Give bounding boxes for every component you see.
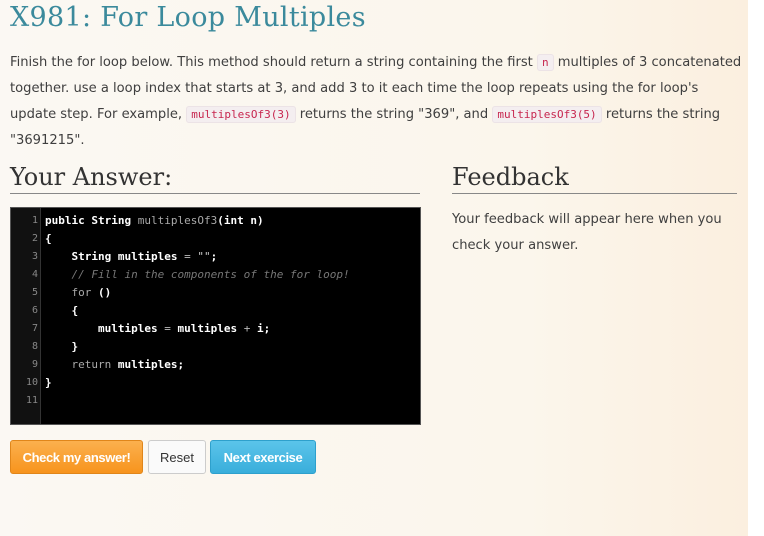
- line-number: 8: [31, 341, 38, 352]
- code-text: multiples = multiples + i;: [45, 322, 271, 335]
- check-answer-button[interactable]: Check my answer!: [10, 440, 143, 474]
- line-number: 4: [31, 269, 38, 280]
- line-number: 3: [31, 251, 38, 262]
- description-text-3: returns the string "369", and: [295, 107, 493, 122]
- code-line[interactable]: 9 return multiples;: [11, 356, 420, 374]
- code-line[interactable]: 10}: [11, 374, 420, 392]
- code-editor[interactable]: 1 public String multiplesOf3(int n) 2{3 St…: [10, 207, 421, 425]
- code-line[interactable]: 3 String multiples = "";: [11, 248, 420, 266]
- line-number: 5: [31, 287, 38, 298]
- code-example-1: multiplesOf3(3): [186, 106, 296, 123]
- code-line[interactable]: 2{: [11, 230, 420, 248]
- code-line[interactable]: 7 multiples = multiples + i;: [11, 320, 420, 338]
- description-text-1: Finish the for loop below. This method s…: [10, 55, 537, 70]
- page-title: X981: For Loop Multiples: [10, 2, 366, 33]
- line-number: 1: [31, 215, 38, 226]
- code-text: return multiples;: [45, 358, 185, 371]
- code-line[interactable]: 6 {: [11, 302, 420, 320]
- exercise-page: X981: For Loop Multiples Finish the for …: [0, 0, 748, 536]
- code-line[interactable]: 8 }: [11, 338, 420, 356]
- code-line[interactable]: 4 // Fill in the components of the for l…: [11, 266, 420, 284]
- code-line[interactable]: 1 public String multiplesOf3(int n): [11, 212, 420, 230]
- feedback-heading: Feedback: [452, 163, 737, 194]
- line-number: 6: [31, 305, 38, 316]
- code-text: {: [45, 304, 79, 317]
- code-text: public String multiplesOf3(int n): [45, 214, 264, 227]
- line-number: 7: [31, 323, 38, 334]
- code-text: {: [45, 232, 52, 245]
- feedback-text: Your feedback will appear here when you …: [452, 212, 722, 253]
- line-number: 10: [25, 377, 38, 388]
- code-n: n: [536, 54, 554, 71]
- reset-button[interactable]: Reset: [148, 440, 206, 474]
- code-text: }: [45, 340, 79, 353]
- code-line[interactable]: 11: [11, 392, 420, 410]
- exercise-description: Finish the for loop below. This method s…: [10, 50, 745, 154]
- line-number: 11: [25, 395, 38, 406]
- line-number: 2: [31, 233, 38, 244]
- next-exercise-button[interactable]: Next exercise: [210, 440, 316, 474]
- code-text: String multiples = "";: [45, 250, 218, 263]
- your-answer-heading: Your Answer:: [10, 163, 420, 194]
- code-text: // Fill in the components of the for loo…: [45, 268, 350, 281]
- line-number: 9: [31, 359, 38, 370]
- code-example-2: multiplesOf3(5): [492, 106, 602, 123]
- code-text: for (): [45, 286, 112, 299]
- code-text: }: [45, 376, 52, 389]
- code-line[interactable]: 5 for (): [11, 284, 420, 302]
